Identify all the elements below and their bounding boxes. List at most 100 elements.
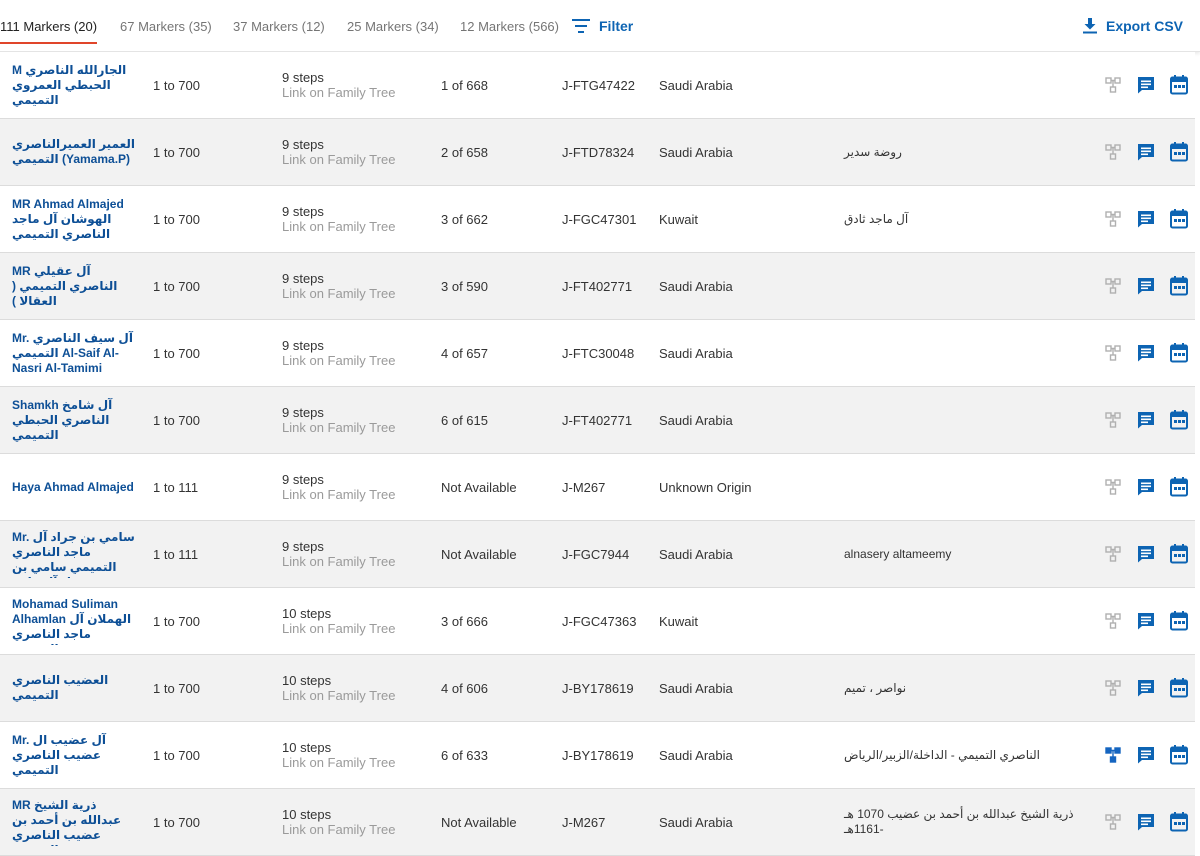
tab-markers-4[interactable]: 12 Markers (566) (460, 0, 559, 52)
calendar-icon[interactable] (1163, 269, 1196, 303)
steps-cell: 9 steps Link on Family Tree (282, 320, 432, 386)
notes-icon[interactable] (1129, 269, 1162, 303)
family-tree-link[interactable]: Link on Family Tree (282, 487, 395, 503)
family-tree-icon[interactable] (1096, 68, 1129, 102)
ancestor-note (844, 588, 1074, 654)
family-tree-link[interactable]: Link on Family Tree (282, 621, 395, 637)
family-tree-icon[interactable] (1096, 269, 1129, 303)
match-name[interactable]: MR Ahmad Almajed الهوشان آل ماجد الناصري… (12, 197, 140, 242)
family-tree-icon[interactable] (1096, 336, 1129, 370)
export-csv-label: Export CSV (1106, 18, 1184, 34)
family-tree-icon[interactable] (1096, 805, 1129, 839)
marker-range: 1 to 700 (153, 412, 200, 428)
match-rank: 6 of 615 (441, 412, 488, 428)
match-rank: 3 of 666 (441, 613, 488, 629)
match-name[interactable]: Mr. سامي بن جراد آل ماجد الناصري التميمي… (12, 530, 140, 578)
calendar-icon[interactable] (1163, 671, 1196, 705)
tab-markers-2[interactable]: 37 Markers (12) (233, 0, 325, 52)
steps-count: 9 steps (282, 136, 324, 152)
calendar-icon[interactable] (1163, 604, 1196, 638)
notes-icon[interactable] (1129, 671, 1162, 705)
notes-icon[interactable] (1129, 470, 1162, 504)
notes-icon[interactable] (1129, 604, 1162, 638)
table-row: Mr. آل عضيب ال عضيب الناصري التميمي 1 to … (0, 722, 1195, 789)
family-tree-icon[interactable] (1096, 470, 1129, 504)
match-name[interactable]: Mr. آل عضيب ال عضيب الناصري التميمي (12, 733, 140, 778)
family-tree-icon[interactable] (1096, 604, 1129, 638)
family-tree-link[interactable]: Link on Family Tree (282, 822, 395, 838)
match-name[interactable]: Shamkh آل شامخ الناصري الحبطي التميمي (12, 398, 140, 443)
steps-count: 9 steps (282, 404, 324, 420)
calendar-icon[interactable] (1163, 68, 1196, 102)
family-tree-icon[interactable] (1096, 403, 1129, 437)
match-rank: Not Available (441, 546, 517, 562)
family-tree-link[interactable]: Link on Family Tree (282, 286, 395, 302)
match-name-cell: العضيب الناصري التميمي (12, 655, 140, 721)
tab-markers-0[interactable]: 111 Markers (20) (0, 0, 98, 52)
notes-icon[interactable] (1129, 805, 1162, 839)
calendar-icon[interactable] (1163, 738, 1196, 772)
origin: Saudi Arabia (659, 680, 733, 696)
tab-markers-1[interactable]: 67 Markers (35) (120, 0, 212, 52)
haplogroup: J-FTC30048 (562, 345, 635, 361)
notes-icon[interactable] (1129, 135, 1162, 169)
family-tree-link[interactable]: Link on Family Tree (282, 688, 395, 704)
family-tree-link[interactable]: Link on Family Tree (282, 554, 395, 570)
match-name-cell: Mohamad Suliman Alhamlan الهملان آل ماجد… (12, 588, 140, 654)
match-rank: 4 of 657 (441, 345, 488, 361)
calendar-icon[interactable] (1163, 403, 1196, 437)
tab-markers-3[interactable]: 25 Markers (34) (347, 0, 439, 52)
ancestor-note: alnasery altameemy (844, 546, 952, 561)
marker-range: 1 to 700 (153, 144, 200, 160)
filter-label: Filter (599, 18, 634, 34)
origin: Saudi Arabia (659, 814, 733, 830)
calendar-icon[interactable] (1163, 336, 1196, 370)
table-row: Mohamad Suliman Alhamlan الهملان آل ماجد… (0, 588, 1195, 655)
match-name-cell: MR Ahmad Almajed الهوشان آل ماجد الناصري… (12, 186, 140, 252)
table-row: MR Ahmad Almajed الهوشان آل ماجد الناصري… (0, 186, 1195, 253)
match-name[interactable]: Mohamad Suliman Alhamlan الهملان آل ماجد… (12, 597, 140, 645)
ancestor-note: الناصري التميمي - الداخلة/الزبير/الرياض (844, 747, 1041, 762)
family-tree-icon[interactable] (1096, 135, 1129, 169)
notes-icon[interactable] (1129, 68, 1162, 102)
family-tree-link[interactable]: Link on Family Tree (282, 755, 395, 771)
export-csv-button[interactable]: Export CSV (1083, 0, 1183, 52)
family-tree-icon[interactable] (1096, 202, 1129, 236)
match-name[interactable]: العمير العميرالناصري التميمي (Yamama.P) (12, 137, 140, 167)
calendar-icon[interactable] (1163, 537, 1196, 571)
family-tree-link[interactable]: Link on Family Tree (282, 219, 395, 235)
notes-icon[interactable] (1129, 537, 1162, 571)
family-tree-icon[interactable] (1096, 671, 1129, 705)
calendar-icon[interactable] (1163, 135, 1196, 169)
notes-icon[interactable] (1129, 738, 1162, 772)
family-tree-link[interactable]: Link on Family Tree (282, 420, 395, 436)
row-actions (1096, 655, 1196, 721)
calendar-icon[interactable] (1163, 202, 1196, 236)
match-name[interactable]: Mr. آل سيف الناصري التميمي Al-Saif Al-Na… (12, 331, 140, 376)
notes-icon[interactable] (1129, 202, 1162, 236)
steps-count: 10 steps (282, 739, 332, 755)
origin: Saudi Arabia (659, 345, 733, 361)
family-tree-link[interactable]: Link on Family Tree (282, 85, 395, 101)
notes-icon[interactable] (1129, 403, 1162, 437)
marker-range: 1 to 700 (153, 814, 200, 830)
match-rank: Not Available (441, 814, 517, 830)
steps-cell: 9 steps Link on Family Tree (282, 186, 432, 252)
marker-range: 1 to 700 (153, 680, 200, 696)
row-actions (1096, 253, 1196, 319)
notes-icon[interactable] (1129, 336, 1162, 370)
family-tree-link[interactable]: Link on Family Tree (282, 353, 395, 369)
match-name[interactable]: Haya Ahmad Almajed (12, 480, 134, 495)
calendar-icon[interactable] (1163, 470, 1196, 504)
family-tree-icon[interactable] (1096, 738, 1129, 772)
family-tree-link[interactable]: Link on Family Tree (282, 152, 395, 168)
match-name[interactable]: M الجارالله الناصري الحبطي العمروي التمي… (12, 63, 140, 108)
origin: Saudi Arabia (659, 278, 733, 294)
filter-button[interactable]: Filter (572, 0, 633, 52)
match-name[interactable]: MR ذرية الشيخ عبدالله بن أحمد بن عضيب ال… (12, 798, 140, 846)
match-name-cell: Haya Ahmad Almajed (12, 454, 140, 520)
match-name[interactable]: العضيب الناصري التميمي (12, 673, 140, 703)
calendar-icon[interactable] (1163, 805, 1196, 839)
family-tree-icon[interactable] (1096, 537, 1129, 571)
match-name[interactable]: MR آل عقيلي الناصري التميمي ( العقالا ) (12, 264, 140, 309)
